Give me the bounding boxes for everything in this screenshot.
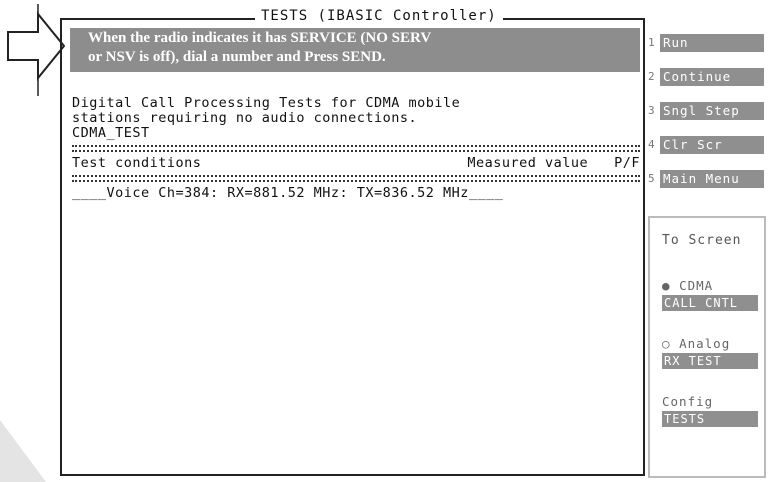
prompt-line-1: When the radio indicates it has SERVICE … [88, 30, 432, 46]
softkey-main-menu[interactable]: 5 Main Menu [648, 164, 766, 198]
radio-unselected-icon: ○ [662, 336, 671, 351]
softkey-run[interactable]: 1 Run [648, 28, 766, 62]
divider [72, 175, 640, 182]
softkey-label[interactable]: Run [660, 34, 764, 52]
option-label: Analog [679, 336, 731, 351]
radio-selected-icon: ● [662, 278, 671, 293]
description-line: Digital Call Processing Tests for CDMA m… [72, 96, 461, 111]
softkey-label[interactable]: Main Menu [660, 170, 764, 188]
test-name: CDMA_TEST [72, 126, 150, 141]
decorative-corner-shape [0, 420, 46, 482]
softkey-label[interactable]: Clr Scr [660, 136, 764, 154]
result-line: ____Voice Ch=384: RX=881.52 MHz: TX=836.… [72, 186, 504, 201]
option-analog[interactable]: ○ Analog RX TEST [662, 336, 758, 369]
instrument-screen: TESTS (IBASIC Controller) When the radio… [60, 8, 768, 478]
option-label: CDMA [679, 278, 714, 293]
softkey-number: 2 [648, 70, 655, 83]
rx-test-button[interactable]: RX TEST [662, 353, 758, 369]
operator-prompt: When the radio indicates it has SERVICE … [70, 28, 640, 72]
to-screen-title: To Screen [662, 233, 742, 248]
divider [72, 145, 640, 152]
option-label: Config [662, 394, 714, 409]
test-output: Digital Call Processing Tests for CDMA m… [72, 96, 640, 201]
column-test-conditions: Test conditions [72, 156, 202, 171]
softkey-single-step[interactable]: 3 Sngl Step [648, 96, 766, 130]
softkey-number: 1 [648, 36, 655, 49]
call-control-button[interactable]: CALL CNTL [662, 295, 758, 311]
softkey-label[interactable]: Continue [660, 68, 764, 86]
softkey-number: 5 [648, 172, 655, 185]
tests-button[interactable]: TESTS [662, 411, 758, 427]
description-line: stations requiring no audio connections. [72, 111, 418, 126]
column-pass-fail: P/F [614, 156, 640, 171]
window-title: TESTS (IBASIC Controller) [255, 8, 503, 24]
softkey-clear-screen[interactable]: 4 Clr Scr [648, 130, 766, 164]
output-window [60, 18, 645, 476]
softkey-continue[interactable]: 2 Continue [648, 62, 766, 96]
softkey-label[interactable]: Sngl Step [660, 102, 764, 120]
softkey-number: 4 [648, 138, 655, 151]
column-measured-value: Measured value [467, 156, 589, 171]
option-cdma[interactable]: ● CDMA CALL CNTL [662, 278, 758, 311]
option-config[interactable]: Config TESTS [662, 394, 758, 427]
to-screen-panel: To Screen ● CDMA CALL CNTL ○ Analog RX T… [648, 216, 766, 478]
prompt-line-2: or NSV is off), dial a number and Press … [88, 49, 386, 65]
softkey-panel: 1 Run 2 Continue 3 Sngl Step 4 Clr Scr 5… [648, 28, 766, 198]
softkey-number: 3 [648, 104, 655, 117]
results-header: Test conditions Measured value P/F [72, 156, 640, 171]
